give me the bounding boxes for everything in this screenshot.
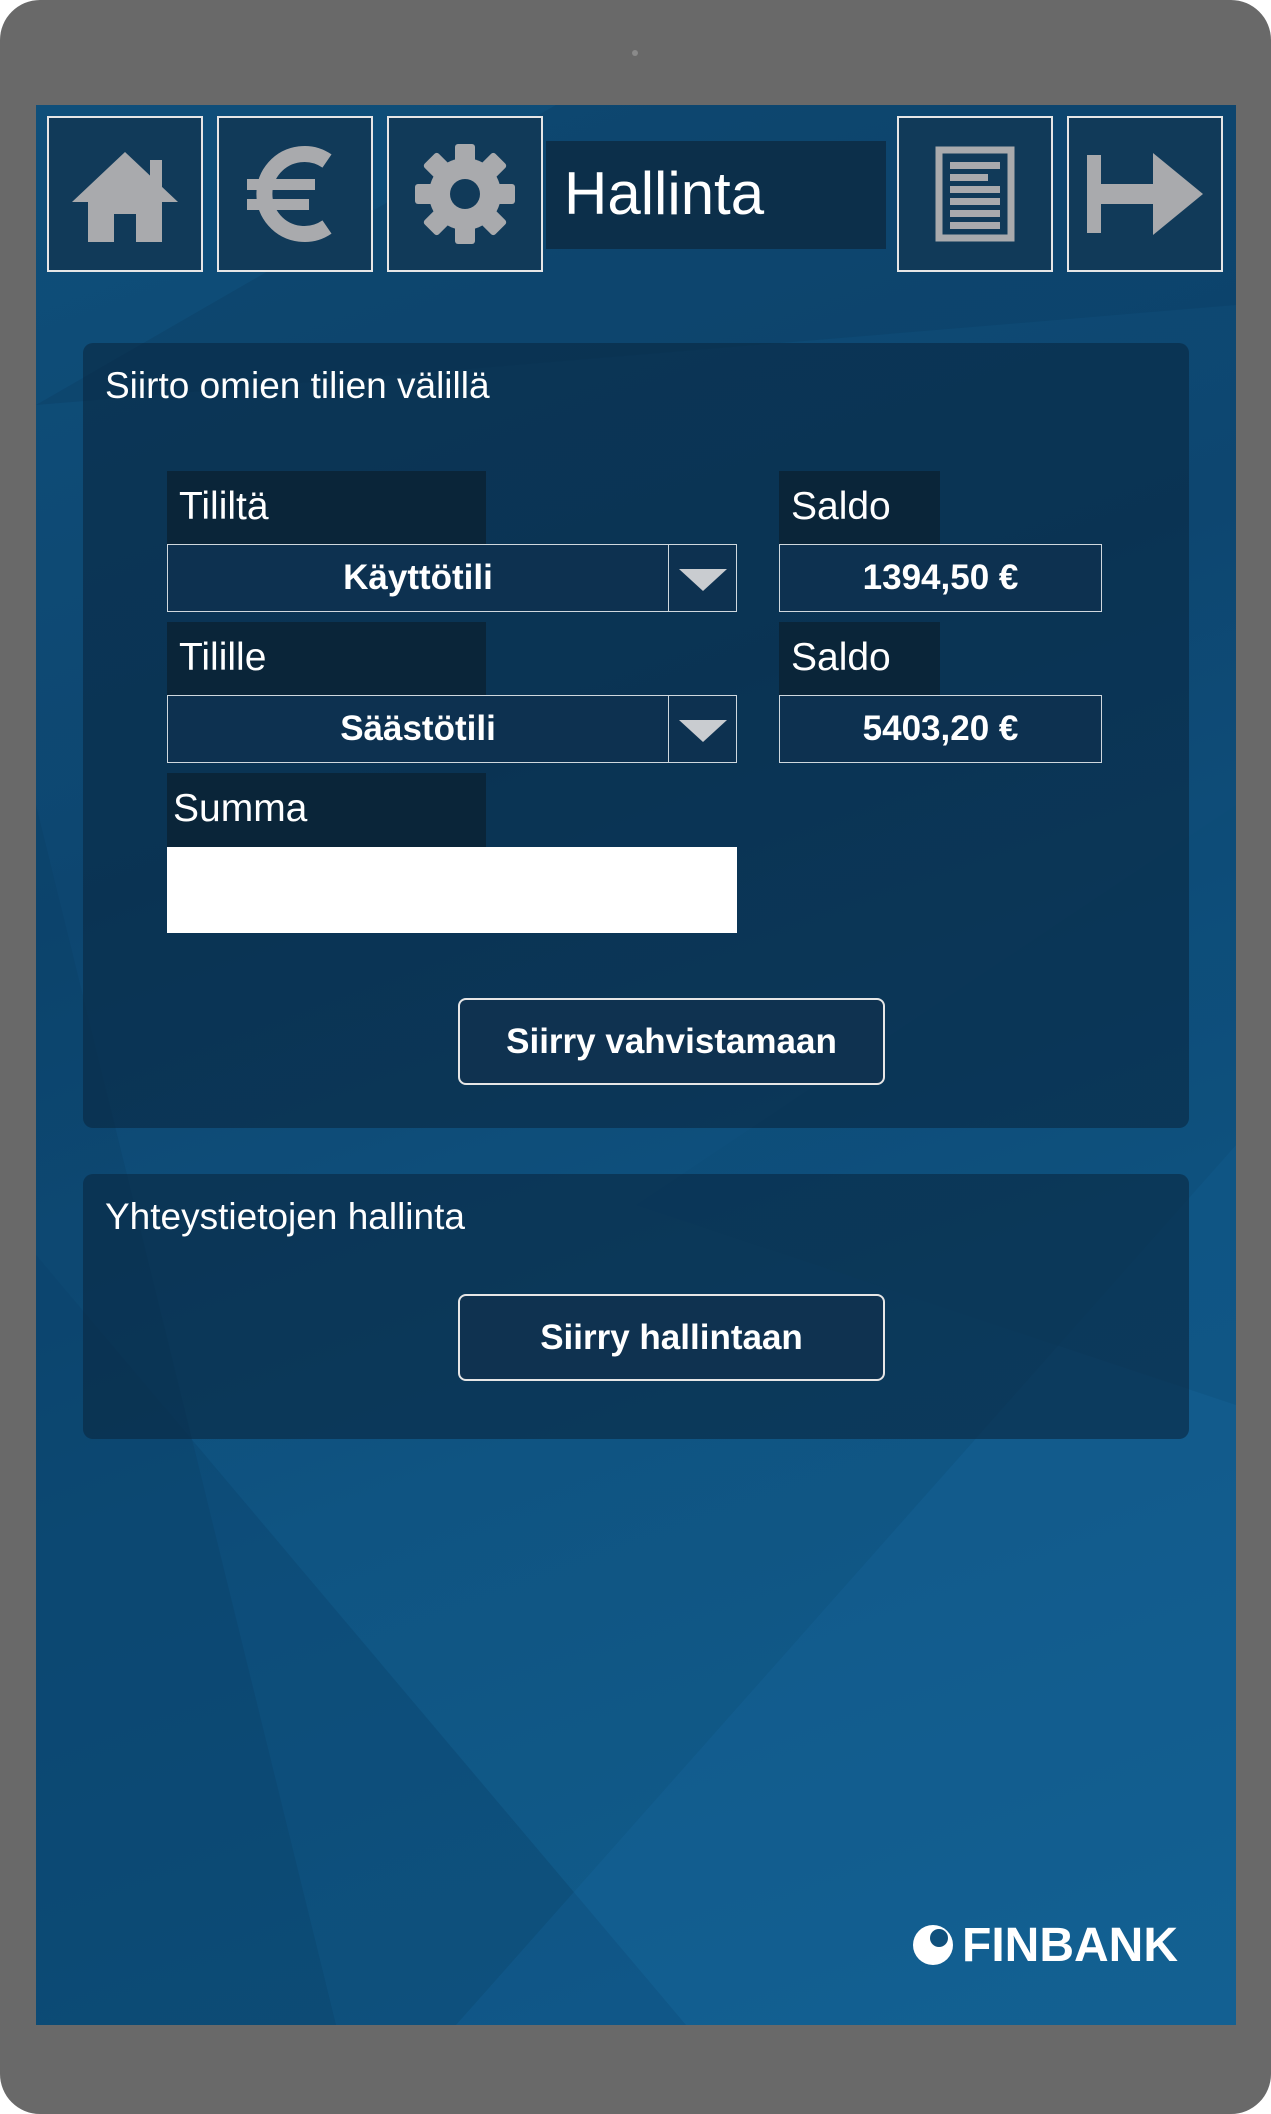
amount-input[interactable]	[167, 847, 737, 933]
finbank-logo: FINBANK	[912, 1917, 1178, 1973]
camera-dot	[632, 50, 638, 56]
from-account-dropdown[interactable]	[668, 545, 736, 611]
page-title: Hallinta	[564, 160, 765, 227]
from-account-value: Käyttötili	[343, 558, 493, 597]
from-balance-label: Saldo	[779, 471, 940, 545]
to-balance-value: 5403,20 €	[779, 695, 1102, 763]
to-balance-label: Saldo	[779, 622, 940, 696]
to-account-dropdown[interactable]	[668, 696, 736, 762]
contacts-panel-title: Yhteystietojen hallinta	[105, 1196, 465, 1237]
to-account-select[interactable]: Säästötili	[167, 695, 737, 763]
amount-label: Summa	[167, 773, 486, 847]
home-button[interactable]	[47, 116, 203, 272]
transfer-panel-title: Siirto omien tilien välillä	[105, 365, 490, 406]
from-account-label: Tililtä	[167, 471, 486, 545]
home-icon	[72, 152, 178, 242]
from-account-select[interactable]: Käyttötili	[167, 544, 737, 612]
document-icon	[935, 146, 1015, 242]
contacts-panel: Yhteystietojen hallinta Siirry hallintaa…	[83, 1174, 1189, 1439]
chevron-down-icon	[679, 720, 727, 742]
logout-arrow-icon	[1087, 153, 1203, 235]
from-balance-value: 1394,50 €	[779, 544, 1102, 612]
logout-button[interactable]	[1067, 116, 1223, 272]
to-account-label: Tilille	[167, 622, 486, 696]
euro-icon	[247, 146, 332, 242]
brand-name: FINBANK	[962, 1918, 1178, 1972]
transfer-panel: Siirto omien tilien välillä Tililtä Käyt…	[83, 343, 1189, 1128]
payments-button[interactable]	[217, 116, 373, 272]
app-screen: Hallinta Siirto omien tilien välillä Til…	[36, 105, 1236, 2025]
finbank-logo-icon	[913, 1925, 953, 1965]
chevron-down-icon	[679, 569, 727, 591]
confirm-transfer-button[interactable]: Siirry vahvistamaan	[458, 998, 885, 1085]
documents-button[interactable]	[897, 116, 1053, 272]
manage-contacts-button[interactable]: Siirry hallintaan	[458, 1294, 885, 1381]
page-title-bar: Hallinta	[546, 141, 886, 249]
to-account-value: Säästötili	[340, 709, 496, 748]
settings-button[interactable]	[387, 116, 543, 272]
tablet-frame: Hallinta Siirto omien tilien välillä Til…	[0, 0, 1271, 2114]
gear-icon	[415, 144, 515, 244]
